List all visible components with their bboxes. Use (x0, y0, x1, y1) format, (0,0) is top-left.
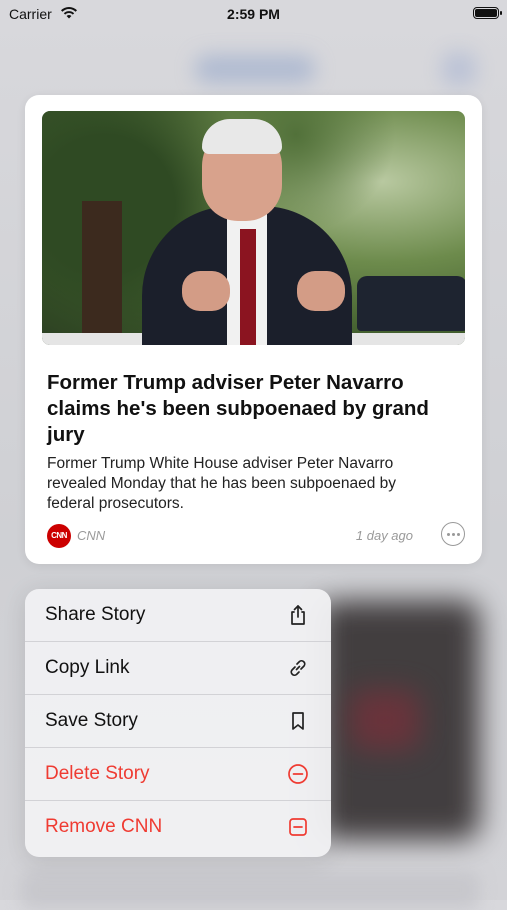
bookmark-icon (287, 710, 309, 732)
minus-circle-icon (287, 763, 309, 785)
menu-item-label: Remove CNN (45, 816, 163, 837)
context-menu: Share Story Copy Link Save Story Delete … (25, 589, 331, 857)
more-options-icon[interactable] (441, 522, 465, 546)
menu-item-label: Save Story (45, 710, 138, 731)
story-meta: CNN CNN 1 day ago (47, 522, 465, 548)
link-icon (287, 657, 309, 679)
menu-item-delete-story[interactable]: Delete Story (25, 748, 331, 801)
menu-item-save-story[interactable]: Save Story (25, 695, 331, 748)
menu-item-label: Share Story (45, 604, 146, 625)
story-card-preview[interactable]: Former Trump adviser Peter Navarro claim… (25, 95, 482, 564)
menu-item-remove-source[interactable]: Remove CNN (25, 801, 331, 854)
story-headline: Former Trump adviser Peter Navarro claim… (47, 371, 429, 446)
blurred-nav-icon (442, 52, 476, 86)
blurred-bottom-content (20, 870, 480, 910)
share-icon (287, 604, 309, 626)
cnn-logo-icon: CNN (47, 524, 71, 548)
story-time-ago: 1 day ago (355, 528, 413, 543)
clock-time: 2:59 PM (227, 6, 280, 22)
battery-icon (473, 7, 502, 19)
minus-square-icon (287, 816, 309, 838)
menu-item-share-story[interactable]: Share Story (25, 589, 331, 642)
menu-item-label: Copy Link (45, 657, 130, 678)
blurred-story-image-detail (350, 690, 420, 750)
blurred-nav-title (195, 55, 315, 83)
story-summary: Former Trump White House adviser Peter N… (47, 455, 397, 512)
status-bar: Carrier 2:59 PM (0, 0, 507, 30)
menu-item-copy-link[interactable]: Copy Link (25, 642, 331, 695)
menu-item-label: Delete Story (45, 763, 150, 784)
story-image (42, 111, 465, 345)
story-source: CNN (77, 528, 106, 543)
